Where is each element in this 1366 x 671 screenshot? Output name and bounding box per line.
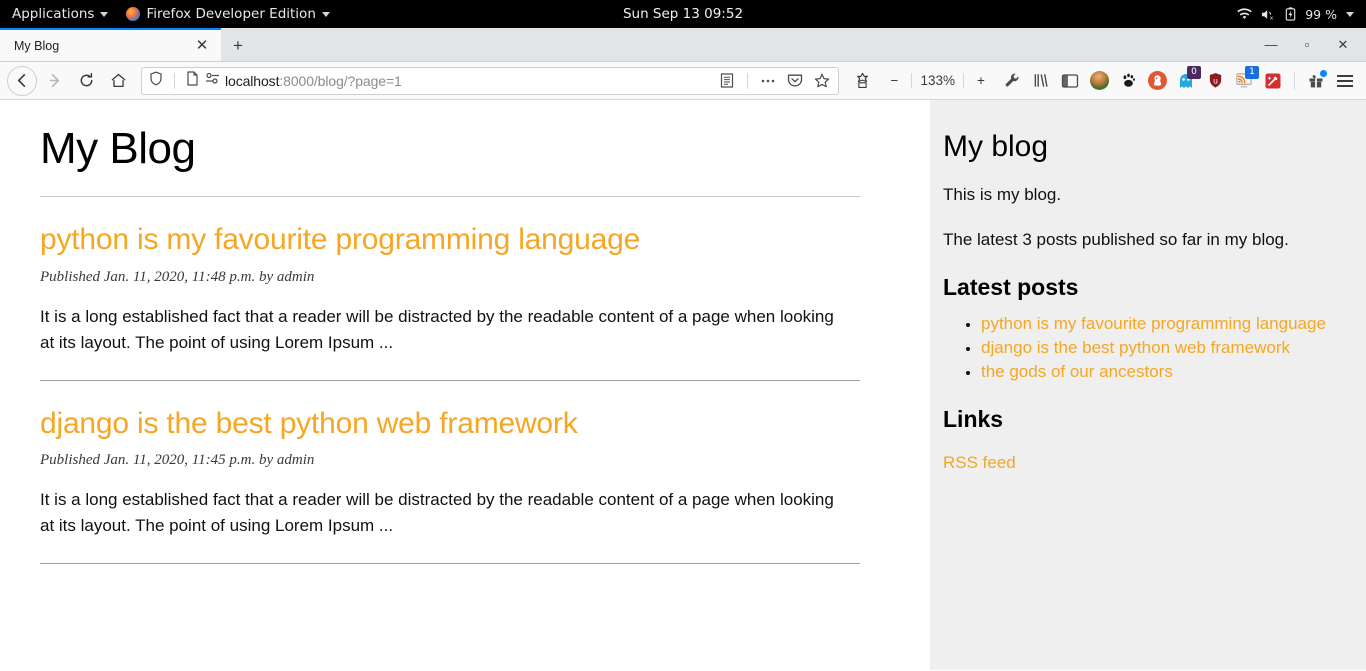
zoom-level-label[interactable]: 133% <box>914 73 961 88</box>
new-tab-button[interactable]: + <box>221 31 255 61</box>
tab-close-icon[interactable]: ✕ <box>191 35 213 57</box>
chevron-down-icon[interactable] <box>1346 11 1354 17</box>
list-item: django is the best python web framework <box>981 337 1340 360</box>
firefox-window-menu[interactable]: Firefox Developer Edition <box>126 6 330 22</box>
reload-button[interactable] <box>71 66 101 96</box>
sidebar-latest-posts-list: python is my favourite programming langu… <box>981 313 1340 383</box>
window-controls: — ▫ ✕ <box>1254 28 1366 61</box>
account-avatar[interactable] <box>1085 67 1113 95</box>
wand-icon[interactable] <box>1259 67 1287 95</box>
bookmark-star-icon[interactable] <box>810 69 834 93</box>
rss-reader-badge: 1 <box>1245 65 1259 79</box>
address-bar[interactable]: localhost:8000/blog/?page=1 <box>141 66 840 95</box>
sidebar-post-link[interactable]: the gods of our ancestors <box>981 362 1173 381</box>
svg-text:u: u <box>1213 76 1218 85</box>
chevron-down-icon <box>100 11 109 17</box>
post-title-link[interactable]: django is the best python web framework <box>40 407 860 442</box>
sidebar-toggle-icon[interactable] <box>1056 67 1084 95</box>
volume-muted-icon: x <box>1261 8 1276 21</box>
shield-icon[interactable] <box>149 71 163 91</box>
reader-mode-icon[interactable] <box>715 69 739 93</box>
firefox-logo-icon <box>126 7 141 21</box>
blog-sidebar: My blog This is my blog. The latest 3 po… <box>930 100 1366 670</box>
post-item: python is my favourite programming langu… <box>40 223 860 381</box>
divider <box>174 72 175 89</box>
list-item: the gods of our ancestors <box>981 361 1340 384</box>
svg-text:x: x <box>1270 15 1274 20</box>
system-tray[interactable]: x 99 % <box>1237 7 1354 22</box>
divider <box>1294 71 1295 90</box>
zoom-out-button[interactable]: − <box>879 66 909 96</box>
post-item: django is the best python web framework … <box>40 407 860 565</box>
url-path: :8000/blog/?page=1 <box>279 72 402 89</box>
divider <box>963 73 964 88</box>
permissions-icon[interactable] <box>205 72 220 90</box>
post-meta: Published Jan. 11, 2020, 11:48 p.m. by a… <box>40 268 315 285</box>
wifi-icon <box>1237 7 1252 21</box>
post-meta: Published Jan. 11, 2020, 11:45 p.m. by a… <box>40 452 315 469</box>
battery-icon <box>1285 7 1296 21</box>
close-window-button[interactable]: ✕ <box>1326 30 1360 60</box>
ublock-origin-icon[interactable]: u <box>1201 67 1229 95</box>
forward-button <box>39 66 69 96</box>
extension-update-dot <box>1320 69 1327 77</box>
save-to-pocket-button[interactable] <box>847 66 877 96</box>
page-info-icon[interactable] <box>186 70 199 91</box>
divider <box>911 73 913 88</box>
address-bar-identity <box>149 70 220 91</box>
system-top-bar: Applications Firefox Developer Edition S… <box>0 0 1366 28</box>
ghostery-icon[interactable]: 0 <box>1172 65 1201 95</box>
sidebar-latest-heading: Latest posts <box>943 274 1079 301</box>
applications-menu[interactable]: Applications <box>12 6 109 22</box>
rss-reader-icon[interactable]: 1 <box>1230 65 1259 95</box>
url-text[interactable]: localhost:8000/blog/?page=1 <box>220 73 715 89</box>
gnome-shell-integration-icon[interactable] <box>1114 67 1142 95</box>
firefox-window-menu-label: Firefox Developer Edition <box>146 6 316 22</box>
browser-tab-bar: My Blog ✕ + — ▫ ✕ <box>0 28 1366 62</box>
extensions-gift-icon[interactable] <box>1302 67 1330 95</box>
ghostery-badge: 0 <box>1187 65 1201 79</box>
duckduckgo-icon[interactable] <box>1143 67 1171 95</box>
url-host: localhost <box>225 72 280 89</box>
battery-percent-label: 99 % <box>1305 6 1337 22</box>
divider <box>747 72 749 89</box>
minimize-button[interactable]: — <box>1254 30 1288 60</box>
system-bar-left: Applications Firefox Developer Edition <box>12 6 330 22</box>
tab-title: My Blog <box>14 38 60 53</box>
page-viewport: My Blog python is my favourite programmi… <box>0 100 1366 670</box>
post-divider <box>40 563 860 565</box>
sidebar-links-heading: Links <box>943 405 1004 432</box>
toolbar-extension-icons: 0 u 1 <box>998 65 1359 95</box>
page-title: My Blog <box>40 124 196 173</box>
blog-main-content: My Blog python is my favourite programmi… <box>0 100 930 670</box>
sidebar-post-link[interactable]: python is my favourite programming langu… <box>981 314 1326 333</box>
post-excerpt: It is a long established fact that a rea… <box>40 490 834 536</box>
more-options-icon[interactable] <box>756 69 780 93</box>
list-item: python is my favourite programming langu… <box>981 313 1340 336</box>
app-menu-hamburger-icon[interactable] <box>1331 67 1359 95</box>
tab-my-blog[interactable]: My Blog ✕ <box>0 28 221 61</box>
sidebar-summary: The latest 3 posts published so far in m… <box>943 229 1289 249</box>
chevron-down-icon <box>321 11 330 17</box>
header-divider <box>40 196 860 198</box>
post-excerpt: It is a long established fact that a rea… <box>40 306 834 352</box>
sidebar-description: This is my blog. <box>943 185 1062 204</box>
applications-menu-label: Applications <box>12 6 95 22</box>
zoom-in-button[interactable]: + <box>966 66 996 96</box>
address-bar-actions <box>715 69 834 93</box>
library-icon[interactable] <box>1027 67 1055 95</box>
back-button[interactable] <box>7 65 37 96</box>
post-title-link[interactable]: python is my favourite programming langu… <box>40 223 860 258</box>
sidebar-post-link[interactable]: django is the best python web framework <box>981 338 1290 357</box>
maximize-button[interactable]: ▫ <box>1290 30 1324 60</box>
rss-feed-link[interactable]: RSS feed <box>943 453 1016 473</box>
pocket-icon[interactable] <box>783 69 807 93</box>
browser-nav-bar: localhost:8000/blog/?page=1 − 133% + 0 u… <box>0 62 1366 100</box>
zoom-controls: − 133% + <box>879 66 996 96</box>
post-divider <box>40 379 860 381</box>
home-button[interactable] <box>103 66 133 96</box>
devtools-wrench-icon[interactable] <box>998 67 1026 95</box>
sidebar-title: My blog <box>943 130 1049 163</box>
